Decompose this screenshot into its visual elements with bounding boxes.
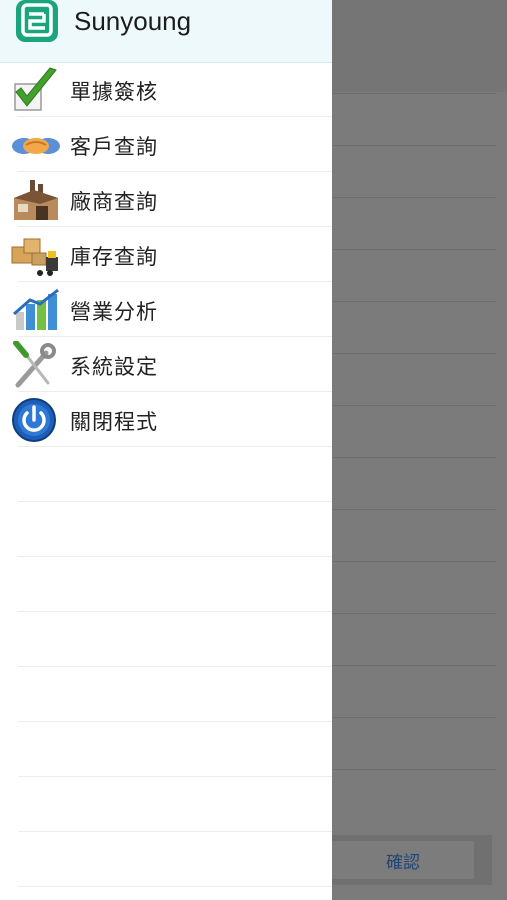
empty-row [0, 447, 332, 502]
menu-item-label: 單據簽核 [70, 80, 158, 104]
handshake-icon [12, 138, 60, 154]
menu-item-label: 客戶查詢 [70, 135, 158, 159]
app-title: Sunyoung [74, 6, 192, 36]
menu-item-label: 營業分析 [70, 300, 158, 324]
background-row-divider [332, 717, 496, 718]
background-row-divider [332, 405, 496, 406]
menu-item-vendor-query[interactable]: 廠商查詢 [0, 172, 332, 227]
side-drawer: Sunyoung 單據簽核 客戶查詢 廠商查詢 庫存查詢 營業分析 系統設定 關… [0, 0, 332, 900]
menu-item-inventory-query[interactable]: 庫存查詢 [0, 227, 332, 282]
background-row-divider [332, 509, 496, 510]
warehouse-forklift-icon [11, 238, 58, 276]
background-row-divider [332, 145, 496, 146]
background-row-divider [332, 665, 496, 666]
drawer-menu: 單據簽核 客戶查詢 廠商查詢 庫存查詢 營業分析 系統設定 關閉程式 [0, 62, 332, 887]
background-footer: 確認 [332, 835, 492, 885]
empty-row [0, 612, 332, 667]
background-header [332, 0, 507, 92]
power-icon [12, 398, 56, 442]
tools-icon [13, 341, 56, 388]
drawer-header: Sunyoung [0, 0, 332, 63]
menu-item-label: 關閉程式 [70, 410, 158, 434]
menu-item-document-approval[interactable]: 單據簽核 [0, 62, 332, 117]
menu-item-system-settings[interactable]: 系統設定 [0, 337, 332, 392]
app-logo-icon [16, 0, 58, 42]
background-row-divider [332, 457, 496, 458]
menu-item-label: 廠商查詢 [70, 190, 158, 214]
empty-row [0, 667, 332, 722]
empty-row [0, 777, 332, 832]
empty-row [0, 832, 332, 887]
menu-item-label: 系統設定 [70, 355, 158, 379]
menu-item-sales-analysis[interactable]: 營業分析 [0, 282, 332, 337]
background-row-divider [332, 769, 496, 770]
check-icon [14, 67, 57, 111]
empty-row [0, 722, 332, 777]
background-row-divider [332, 613, 496, 614]
factory-icon [14, 180, 58, 220]
empty-row [0, 557, 332, 612]
confirm-button[interactable]: 確認 [332, 841, 474, 879]
background-row-divider [332, 249, 496, 250]
background-row-divider [332, 301, 496, 302]
menu-item-customer-query[interactable]: 客戶查詢 [0, 117, 332, 172]
background-row-divider [332, 353, 496, 354]
background-row-divider [332, 93, 496, 94]
background-row-divider [332, 561, 496, 562]
divider [18, 886, 332, 887]
background-row-divider [332, 197, 496, 198]
menu-item-label: 庫存查詢 [70, 245, 158, 269]
menu-item-exit-app[interactable]: 關閉程式 [0, 392, 332, 447]
bar-chart-icon [13, 288, 59, 330]
empty-row [0, 502, 332, 557]
